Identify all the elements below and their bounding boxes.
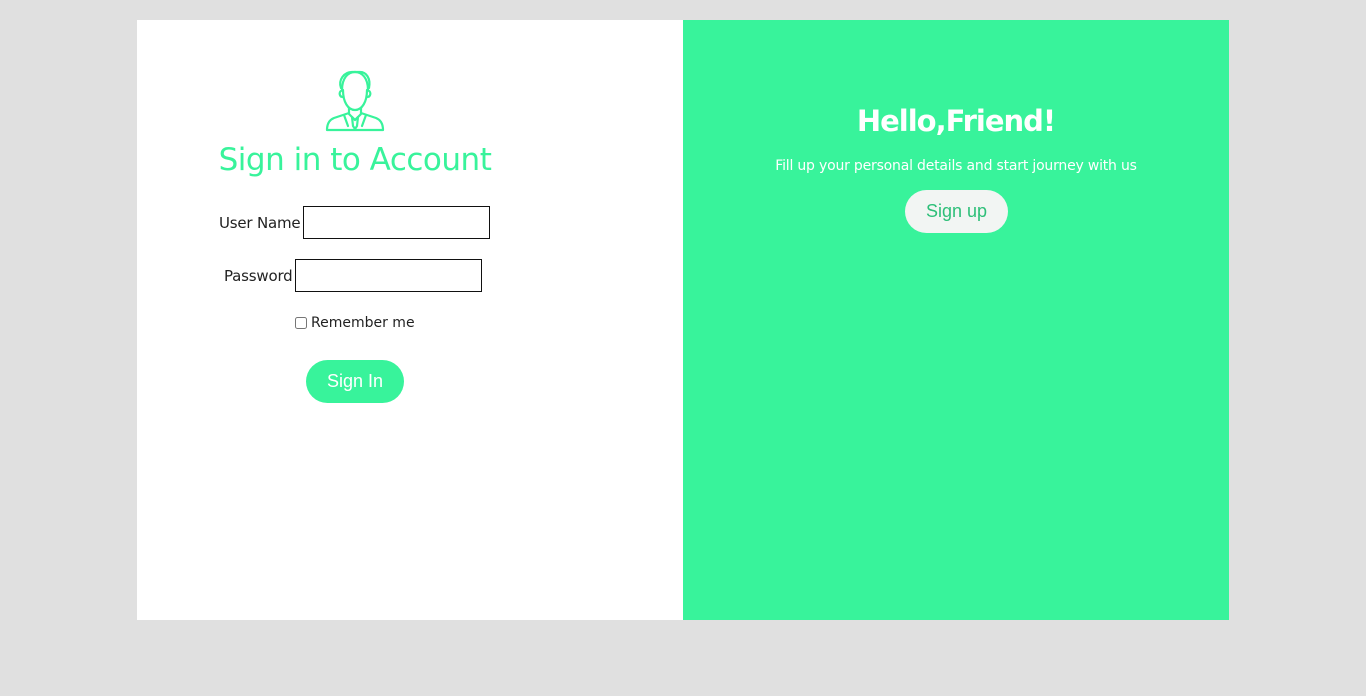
remember-me: Remember me (295, 315, 415, 331)
signin-panel: Sign in to Account User Name Password Re… (137, 20, 683, 620)
sign-in-button[interactable]: Sign In (306, 360, 404, 403)
signup-panel: Hello,Friend! Fill up your personal deta… (683, 20, 1229, 620)
username-input[interactable] (303, 206, 491, 239)
signup-heading: Hello,Friend! (856, 104, 1056, 138)
remember-me-label: Remember me (311, 315, 415, 331)
signin-title: Sign in to Account (218, 142, 492, 178)
auth-card: Sign in to Account User Name Password Re… (137, 20, 1229, 620)
sign-up-button[interactable]: Sign up (905, 190, 1008, 233)
password-label: Password (224, 266, 293, 285)
username-row: User Name (219, 206, 491, 239)
username-label: User Name (219, 213, 301, 232)
signup-subtitle: Fill up your personal details and start … (775, 158, 1137, 174)
password-input[interactable] (295, 259, 483, 292)
remember-me-checkbox[interactable] (295, 317, 307, 329)
password-row: Password (224, 259, 483, 292)
user-avatar-icon (325, 70, 385, 132)
